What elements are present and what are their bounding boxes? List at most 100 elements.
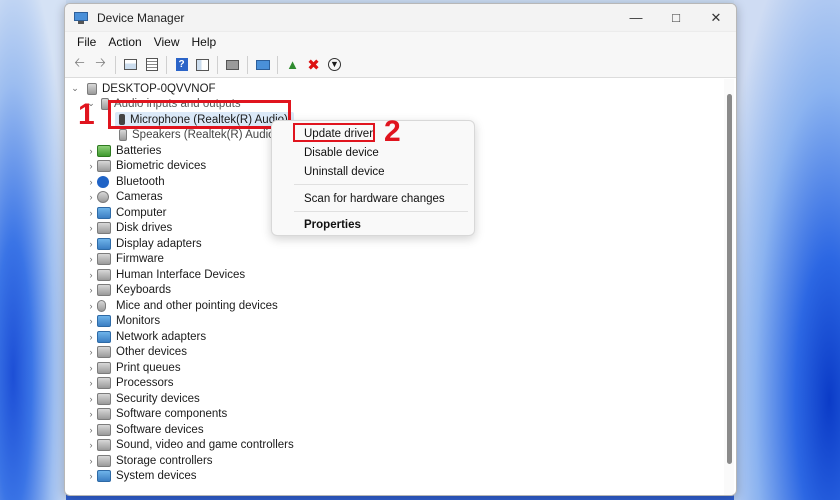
chevron-right-icon[interactable]: ›: [85, 409, 97, 419]
tree-category[interactable]: › Storage controllers: [85, 453, 213, 468]
list-icon[interactable]: [141, 55, 162, 75]
tree-category[interactable]: › Disk drives: [85, 220, 172, 235]
context-properties[interactable]: Properties: [304, 219, 361, 231]
chevron-right-icon[interactable]: ›: [85, 285, 97, 295]
toolbar: 🡠 🡢 ? ▲ ✖ ▼: [65, 52, 736, 78]
tree-category[interactable]: › Processors: [85, 375, 174, 390]
desktop-wallpaper-left: [0, 0, 66, 500]
chevron-down-icon[interactable]: ⌄: [69, 83, 81, 94]
tree-category[interactable]: › Batteries: [85, 143, 161, 158]
scrollbar-thumb[interactable]: [727, 94, 732, 464]
context-separator: [294, 184, 468, 185]
tree-category[interactable]: › Biometric devices: [85, 158, 206, 173]
chevron-right-icon[interactable]: ›: [85, 192, 97, 202]
close-button[interactable]: ✕: [696, 4, 736, 32]
maximize-button[interactable]: □: [656, 4, 696, 32]
menu-view[interactable]: View: [148, 35, 186, 49]
security-device-icon: [97, 392, 111, 405]
tree-category[interactable]: › Computer: [85, 205, 167, 220]
bluetooth-icon: [97, 175, 109, 188]
tree-category[interactable]: › Software components: [85, 406, 227, 421]
computer-icon: [97, 206, 111, 219]
details-icon[interactable]: [192, 55, 213, 75]
chevron-right-icon[interactable]: ›: [85, 440, 97, 450]
print-icon[interactable]: [222, 55, 243, 75]
category-label: Computer: [116, 206, 167, 219]
toolbar-separator: [115, 55, 116, 74]
chevron-right-icon[interactable]: ›: [85, 301, 97, 311]
tree-category[interactable]: › Print queues: [85, 360, 181, 375]
chevron-right-icon[interactable]: ›: [85, 471, 97, 481]
tree-category[interactable]: › Network adapters: [85, 329, 206, 344]
unknown-device-icon: [97, 345, 111, 358]
tree-speakers[interactable]: Speakers (Realtek(R) Audio): [119, 127, 278, 142]
chevron-right-icon[interactable]: ›: [85, 146, 97, 156]
category-label: Human Interface Devices: [116, 268, 246, 281]
chevron-right-icon[interactable]: ›: [85, 316, 97, 326]
toolbar-separator: [166, 55, 167, 74]
chevron-right-icon[interactable]: ›: [85, 363, 97, 373]
chevron-right-icon[interactable]: ›: [85, 161, 97, 171]
chevron-right-icon[interactable]: ›: [85, 378, 97, 388]
tree-root[interactable]: ⌄ DESKTOP-0QVVNOF: [69, 81, 216, 96]
context-scan-hardware[interactable]: Scan for hardware changes: [304, 193, 445, 205]
tree-category[interactable]: › Cameras: [85, 189, 163, 204]
category-label: Processors: [116, 376, 174, 389]
tree-category[interactable]: › Monitors: [85, 313, 160, 328]
chevron-right-icon[interactable]: ›: [85, 332, 97, 342]
tree-category[interactable]: › Firmware: [85, 251, 164, 266]
category-label: Bluetooth: [116, 175, 165, 188]
toolbar-separator: [217, 55, 218, 74]
uninstall-x-icon[interactable]: ✖: [303, 55, 324, 75]
tree-category[interactable]: › Security devices: [85, 391, 200, 406]
tree-category[interactable]: › Display adapters: [85, 236, 202, 251]
chevron-right-icon[interactable]: ›: [85, 425, 97, 435]
storage-controller-icon: [97, 454, 111, 467]
chevron-right-icon[interactable]: ›: [85, 177, 97, 187]
tree-category[interactable]: › Mice and other pointing devices: [85, 298, 278, 313]
context-uninstall-device[interactable]: Uninstall device: [304, 166, 385, 178]
update-driver-icon[interactable]: ▲: [282, 55, 303, 75]
speaker-icon: [119, 128, 127, 141]
chevron-right-icon[interactable]: ›: [85, 254, 97, 264]
speakers-label: Speakers (Realtek(R) Audio): [132, 128, 279, 141]
menu-help[interactable]: Help: [186, 35, 223, 49]
category-label: Cameras: [116, 190, 163, 203]
chevron-right-icon[interactable]: ›: [85, 347, 97, 357]
chevron-right-icon[interactable]: ›: [85, 456, 97, 466]
minimize-button[interactable]: —: [616, 4, 656, 32]
tree-category[interactable]: › Human Interface Devices: [85, 267, 245, 282]
category-label: Keyboards: [116, 283, 171, 296]
menu-bar: File Action View Help: [65, 32, 736, 52]
properties-grid-icon[interactable]: [120, 55, 141, 75]
network-adapter-icon: [97, 330, 111, 343]
chevron-right-icon[interactable]: ›: [85, 223, 97, 233]
tree-category[interactable]: › Other devices: [85, 344, 187, 359]
tree-category[interactable]: › Bluetooth: [85, 174, 165, 189]
chevron-right-icon[interactable]: ›: [85, 270, 97, 280]
software-device-icon: [97, 423, 111, 436]
chevron-right-icon[interactable]: ›: [85, 239, 97, 249]
category-label: Sound, video and game controllers: [116, 438, 294, 451]
help-icon[interactable]: ?: [171, 55, 192, 75]
battery-icon: [97, 144, 111, 157]
tree-category[interactable]: › Sound, video and game controllers: [85, 437, 294, 452]
forward-arrow-icon[interactable]: 🡢: [90, 55, 111, 75]
menu-action[interactable]: Action: [102, 35, 147, 49]
category-label: Network adapters: [116, 330, 207, 343]
chevron-right-icon[interactable]: ›: [85, 394, 97, 404]
download-icon[interactable]: ▼: [324, 55, 345, 75]
tree-category[interactable]: › Software devices: [85, 422, 204, 437]
chevron-right-icon[interactable]: ›: [85, 208, 97, 218]
hid-icon: [97, 268, 111, 281]
system-device-icon: [97, 469, 111, 482]
menu-file[interactable]: File: [71, 35, 102, 49]
computer-icon: [87, 82, 97, 95]
category-label: Mice and other pointing devices: [116, 299, 278, 312]
monitor-icon[interactable]: [252, 55, 273, 75]
tree-category[interactable]: › Keyboards: [85, 282, 171, 297]
tree-category[interactable]: › System devices: [85, 468, 197, 483]
processor-icon: [97, 376, 111, 389]
back-arrow-icon[interactable]: 🡠: [69, 55, 90, 75]
context-disable-device[interactable]: Disable device: [304, 147, 379, 159]
